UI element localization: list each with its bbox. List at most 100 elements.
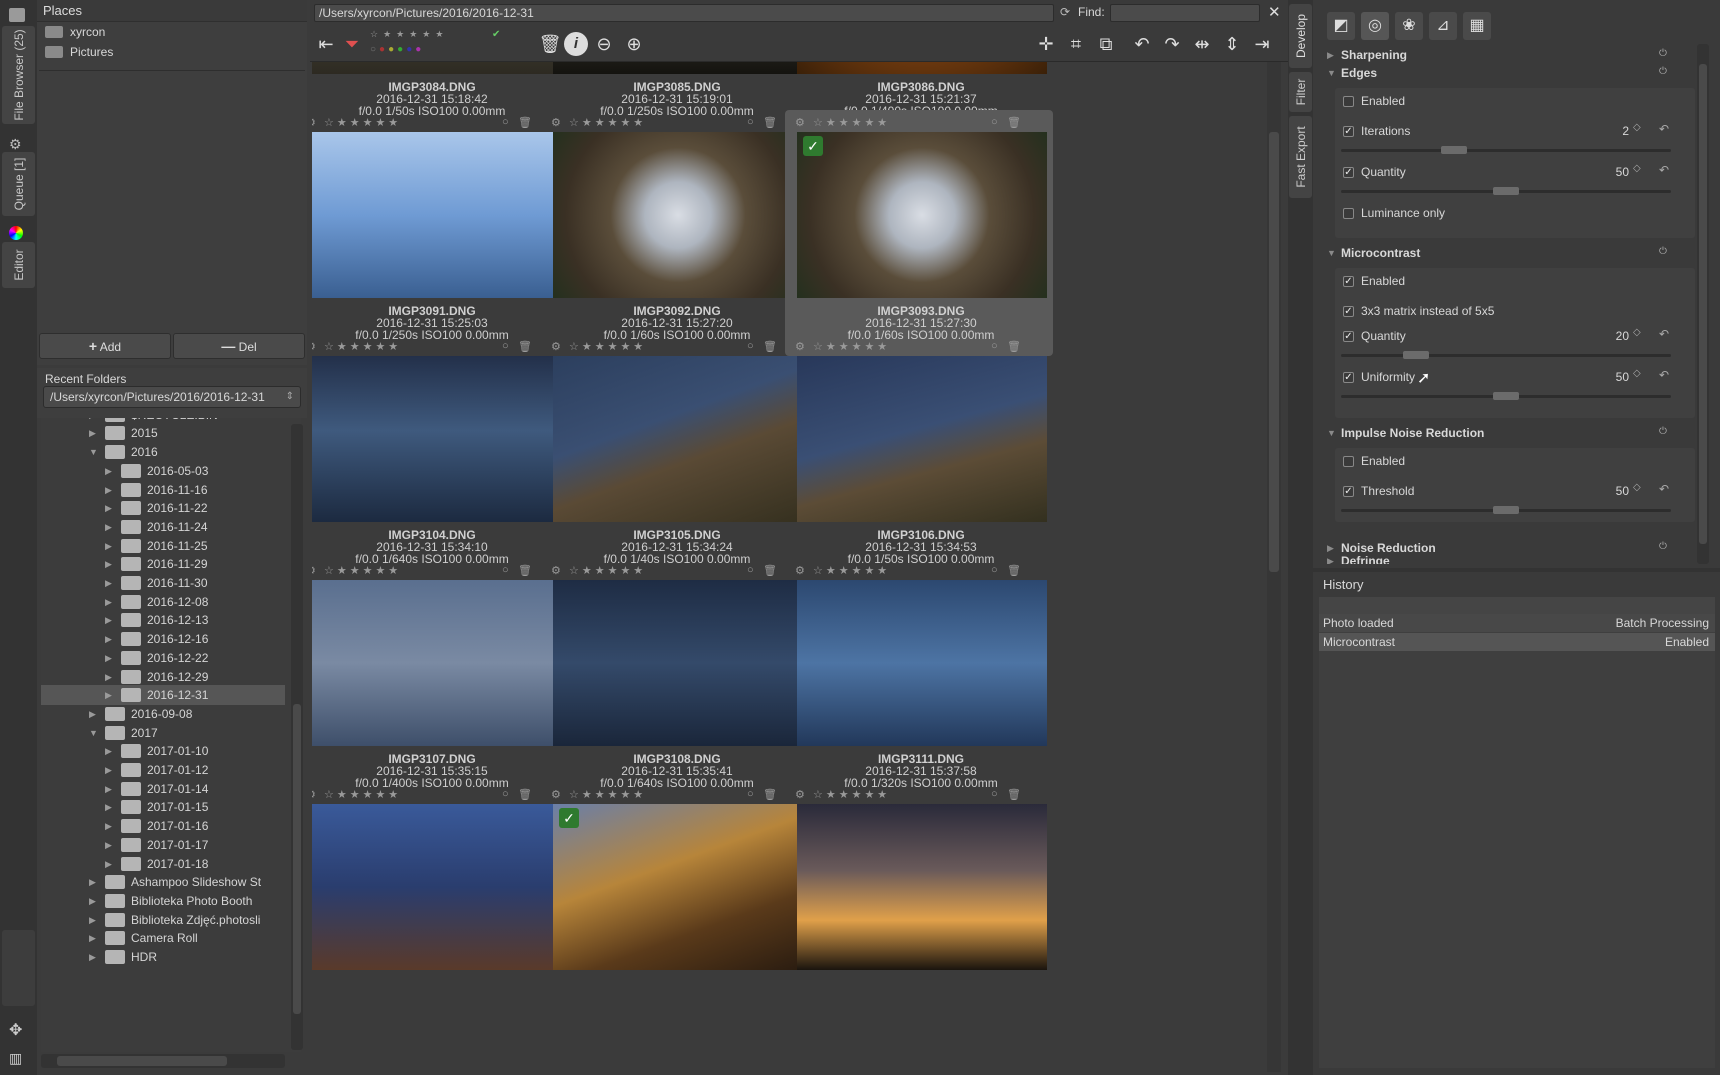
rotate-right-icon[interactable]: ↷ [1160,32,1184,56]
trash-icon[interactable]: 🗑 [763,788,777,801]
reset-icon[interactable]: ↶ [1659,368,1669,382]
folder-tree-item[interactable]: ▶ 2016-11-25 [41,536,285,556]
expand-arrow-icon[interactable]: ▶ [105,797,115,817]
uniformity-value[interactable]: 50 [1569,370,1629,384]
develop-scrollbar[interactable] [1697,44,1709,564]
threshold-slider[interactable] [1341,506,1671,514]
section-sharpening[interactable]: Sharpening [1341,48,1407,62]
spin-icon[interactable]: ◇ [1633,482,1641,493]
color-label-icon[interactable]: ○ [747,564,754,576]
color-label-icon[interactable]: ○ [502,788,509,800]
expand-arrow-icon[interactable]: ▶ [105,592,115,612]
expand-arrow-icon[interactable]: ▶ [89,910,99,930]
gear-icon[interactable]: ⚙ [551,116,561,129]
trash-icon[interactable]: 🗑 [518,116,532,129]
rank-stars[interactable]: ☆★★★★★ [324,564,401,577]
section-impulse-noise-reduction[interactable]: Impulse Noise Reduction [1341,426,1484,440]
section-toggle-icon[interactable]: ⏻ [1659,246,1667,257]
matrix-checkbox[interactable]: ✓ [1343,306,1354,317]
folder-tree-item[interactable]: ▶ Biblioteka Zdjęć.photosli [41,910,285,930]
thumbnail-cell[interactable]: ⚙☆★★★★★○🗑IMGP3104.DNG2016-12-31 15:34:10… [312,334,564,580]
thumbnail-cell[interactable]: ⚙☆★★★★★○🗑IMGP3091.DNG2016-12-31 15:25:03… [312,110,564,356]
folder-tree-item[interactable]: ▶ 2015 [41,423,285,443]
reset-icon[interactable]: ↶ [1659,122,1669,136]
expand-arrow-icon[interactable]: ▶ [105,835,115,855]
trash-icon[interactable]: 🗑 [763,564,777,577]
info-icon[interactable]: i [564,32,588,56]
folder-tree-item[interactable]: ▶ 2017-01-18 [41,854,285,874]
gear-icon[interactable]: ⚙ [551,564,561,577]
expand-arrow-icon[interactable]: ▶ [105,573,115,593]
history-row[interactable]: Microcontrast Enabled [1319,633,1715,651]
thumbnail-cell[interactable]: ⚙ ☆★★★★★ ○ 🗑 [785,782,1053,1028]
color-label-filter[interactable]: ○●●●●● [370,44,470,55]
color-label-icon[interactable]: ○ [747,116,754,128]
spin-icon[interactable]: ◇ [1633,327,1641,338]
thumbnail-image[interactable] [312,132,558,298]
color-label-icon[interactable]: ○ [991,340,998,352]
expand-arrow-icon[interactable]: ▶ [89,928,99,948]
expand-arrow-icon[interactable]: ▶ [1327,543,1334,554]
thumbnail-image[interactable] [553,356,803,522]
folder-tree-item[interactable]: ▶ Ashampoo Slideshow St [41,872,285,892]
zoom-in-icon[interactable]: ⊕ [622,32,646,56]
reset-icon[interactable]: ↶ [1659,327,1669,341]
flip-vertical-icon[interactable]: ⇕ [1220,32,1244,56]
gear-icon[interactable]: ⚙ [795,788,805,801]
thumbnail-image[interactable] [312,804,558,970]
expand-arrow-icon[interactable]: ▶ [89,947,99,967]
folder-tree-item[interactable]: ▶ 2016-09-08 [41,704,285,724]
thumbnail-image[interactable] [553,132,803,298]
expand-arrow-icon[interactable]: ▶ [89,423,99,443]
add-place-button[interactable]: + Add [39,333,171,359]
thumbnail-cell[interactable]: ⚙ ☆★★★★★ ○ 🗑 IMGP3106.DNG 2016-12-31 15:34:53… [785,334,1053,580]
expand-arrow-icon[interactable]: ▶ [105,779,115,799]
rank-stars[interactable]: ☆★★★★★ [813,564,890,577]
slider-handle[interactable] [1493,392,1519,400]
trash-icon[interactable]: 🗑 [1007,116,1021,129]
thumbnail-image[interactable] [553,580,803,746]
rank-stars[interactable]: ☆★★★★★ [324,788,401,801]
section-edges[interactable]: Edges [1341,66,1377,80]
tab-file-browser[interactable]: File Browser (25) [2,26,35,124]
expand-arrow-icon[interactable]: ▶ [105,648,115,668]
color-label-icon[interactable]: ○ [502,116,509,128]
edited-filter-icon[interactable]: ✔ [492,29,500,40]
folder-tree-item[interactable]: ▶ 2016-12-13 [41,610,285,630]
slider-handle[interactable] [1441,146,1467,154]
folder-tree-item[interactable]: ▶ 2017-01-10 [41,741,285,761]
section-noise-reduction[interactable]: Noise Reduction [1341,541,1436,555]
trash-icon[interactable]: 🗑 [763,116,777,129]
trash-icon[interactable]: 🗑 [1007,340,1021,353]
thumbnail-image[interactable] [797,804,1047,970]
folder-tree-item[interactable]: ▶ 2016-12-22 [41,648,285,668]
folder-tree-item[interactable]: ▶ 2017-01-17 [41,835,285,855]
trash-filter-icon[interactable]: 🗑 [538,32,562,56]
micro-quantity-slider[interactable] [1341,351,1671,359]
expand-arrow-icon[interactable]: ▶ [105,610,115,630]
expand-arrow-icon[interactable]: ▶ [105,461,115,481]
color-label-icon[interactable]: ○ [991,564,998,576]
thumbnail-image[interactable] [797,580,1047,746]
transform-tab-icon[interactable]: ⊿ [1429,12,1457,40]
trash-icon[interactable]: 🗑 [518,564,532,577]
color-label-icon[interactable]: ○ [747,340,754,352]
folder-tree-item[interactable]: ▶ 2017-01-12 [41,760,285,780]
rank-stars[interactable]: ☆★★★★★ [569,116,646,129]
threshold-value[interactable]: 50 [1569,484,1629,498]
recent-folders-select[interactable]: /Users/xyrcon/Pictures/2016/2016-12-31 ⇕ [43,386,301,408]
find-input[interactable] [1110,4,1260,22]
section-defringe[interactable]: Defringe [1341,554,1390,564]
expand-arrow-icon[interactable]: ▶ [105,498,115,518]
gear-icon[interactable]: ⚙ [795,116,805,129]
folder-tree-item[interactable]: ▶ 2016-05-03 [41,461,285,481]
path-input[interactable]: /Users/xyrcon/Pictures/2016/2016-12-31 [314,4,1054,22]
folder-tree-item[interactable]: ▶ 2016-12-08 [41,592,285,612]
trash-icon[interactable]: 🗑 [518,788,532,801]
collapse-arrow-icon[interactable]: ▼ [1327,68,1336,78]
luminance-only-checkbox[interactable] [1343,208,1354,219]
thumbnail-image[interactable]: ✓ [553,804,803,970]
folder-tree-item[interactable]: ▼ 2017 [41,723,285,743]
section-toggle-icon[interactable]: ⏻ [1659,426,1667,437]
refresh-icon[interactable]: ⟳ [1060,5,1070,19]
